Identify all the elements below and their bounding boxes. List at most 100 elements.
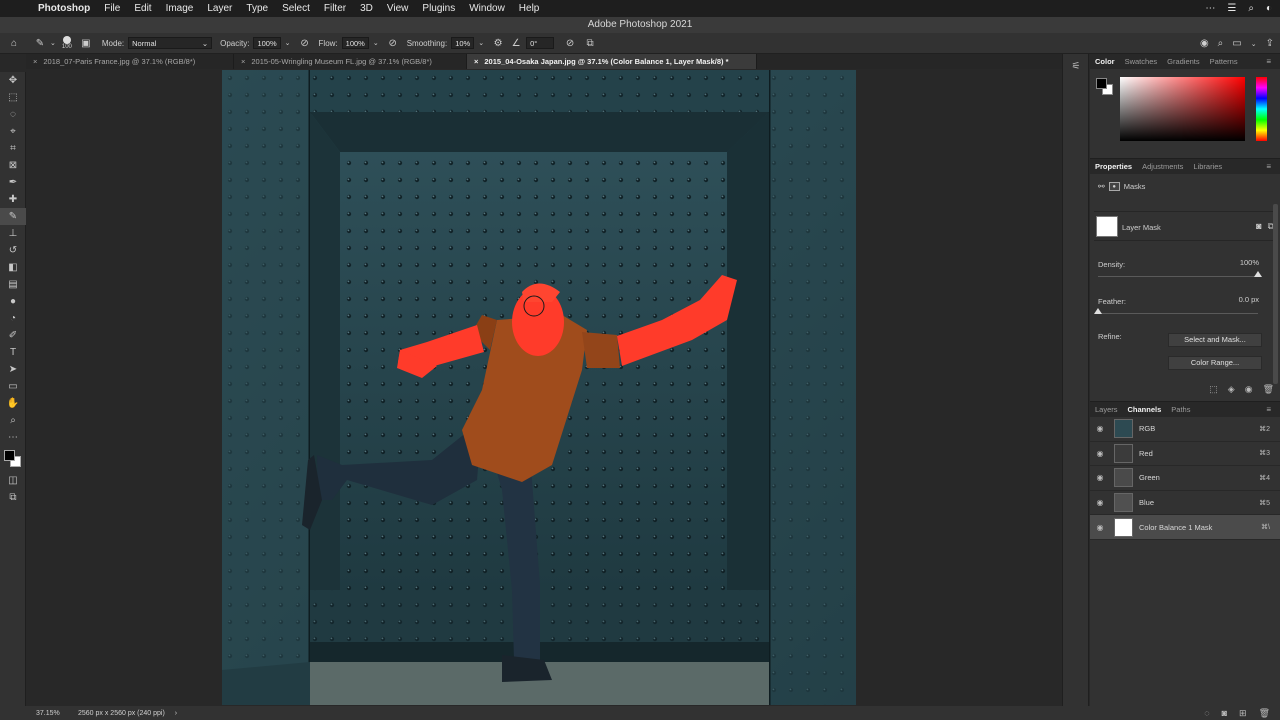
zoom-level[interactable]: 37.15% <box>36 710 76 717</box>
flow-field[interactable]: 100% <box>341 37 369 49</box>
menu-app-name[interactable]: Photoshop <box>38 3 90 14</box>
tab-gradients[interactable]: Gradients <box>1162 57 1205 66</box>
path-select-tool-icon[interactable]: ➤ <box>0 361 26 378</box>
share-icon[interactable]: ◉ <box>1200 38 1209 49</box>
channel-row-blue[interactable]: ◉ Blue ⌘5 <box>1090 491 1280 516</box>
symmetry-icon[interactable]: ⧉ <box>584 37 596 49</box>
tab-channels[interactable]: Channels <box>1123 405 1167 414</box>
close-icon[interactable]: × <box>33 57 37 66</box>
properties-scrollbar[interactable] <box>1273 204 1278 384</box>
search-icon[interactable]: ⌕ <box>1218 38 1224 49</box>
panel-menu-icon[interactable]: ≡ <box>1261 402 1276 417</box>
quick-select-tool-icon[interactable]: ⌖ <box>0 123 26 140</box>
pen-tool-icon[interactable]: ✐ <box>0 327 26 344</box>
menu-edit[interactable]: Edit <box>134 3 151 14</box>
eye-icon[interactable]: ◉ <box>1092 473 1108 482</box>
feather-field[interactable]: 0.0 px <box>1224 295 1262 306</box>
color-swatches[interactable] <box>0 446 26 472</box>
tab-paris[interactable]: × 2018_07-Paris France.jpg @ 37.1% (RGB/… <box>26 54 234 69</box>
menu-view[interactable]: View <box>387 3 409 14</box>
brush-tool-icon[interactable]: ✎ <box>34 37 46 49</box>
menu-help[interactable]: Help <box>519 3 540 14</box>
tab-osaka[interactable]: × 2015_04-Osaka Japan.jpg @ 37.1% (Color… <box>467 54 757 69</box>
pixel-mask-icon[interactable]: ◙ <box>1256 221 1261 232</box>
clone-stamp-tool-icon[interactable]: ⊥ <box>0 225 26 242</box>
tab-libraries[interactable]: Libraries <box>1188 162 1227 171</box>
airbrush-icon[interactable]: ⊘ <box>387 37 399 49</box>
gear-icon[interactable]: ⚙ <box>492 37 504 49</box>
channel-row-rgb[interactable]: ◉ RGB ⌘2 <box>1090 417 1280 442</box>
workspace-icon[interactable]: ▭ <box>1232 38 1241 49</box>
density-slider[interactable] <box>1098 271 1262 277</box>
chevron-down-icon[interactable]: ⌄ <box>373 39 379 47</box>
list-icon[interactable]: ☰ <box>1227 3 1236 14</box>
history-panel-icon[interactable]: ⚟ <box>1063 54 1089 78</box>
hue-slider[interactable] <box>1256 77 1267 141</box>
angle-field[interactable]: 0° <box>526 37 555 49</box>
layer-mask-row[interactable]: Layer Mask ◙ ⧉ <box>1094 211 1278 241</box>
frame-tool-icon[interactable]: ⊠ <box>0 157 26 174</box>
save-selection-icon[interactable]: ◙ <box>1222 708 1227 718</box>
more-tools-icon[interactable]: ⋯ <box>0 429 26 446</box>
menu-window[interactable]: Window <box>469 3 505 14</box>
share-export-icon[interactable]: ⇪ <box>1266 38 1274 49</box>
foreground-color-swatch[interactable] <box>1096 78 1107 89</box>
brush-preview-icon[interactable] <box>62 36 71 44</box>
select-and-mask-button[interactable]: Select and Mask... <box>1168 333 1262 347</box>
channel-row-color-balance-mask[interactable]: ◉ Color Balance 1 Mask ⌘\ <box>1090 515 1280 540</box>
chevron-down-icon[interactable]: ⌄ <box>478 39 484 47</box>
trash-icon[interactable]: 🗑 <box>1263 384 1274 395</box>
quick-mask-icon[interactable]: ◫ <box>0 472 26 489</box>
menu-type[interactable]: Type <box>246 3 268 14</box>
menu-layer[interactable]: Layer <box>207 3 232 14</box>
density-field[interactable]: 100% <box>1224 258 1262 269</box>
tab-patterns[interactable]: Patterns <box>1205 57 1243 66</box>
chevron-down-icon[interactable]: ⌄ <box>285 39 291 47</box>
chevron-down-icon[interactable]: ⌄ <box>1251 40 1257 48</box>
tab-paths[interactable]: Paths <box>1166 405 1195 414</box>
close-icon[interactable]: × <box>474 57 478 66</box>
brush-tool-icon[interactable]: ✎ <box>0 208 26 225</box>
apply-mask-icon[interactable]: ◈ <box>1228 384 1235 395</box>
color-range-button[interactable]: Color Range... <box>1168 356 1262 370</box>
pressure-size-icon[interactable]: ⊘ <box>564 37 576 49</box>
screen-mode-icon[interactable]: ⧉ <box>0 489 26 506</box>
opacity-field[interactable]: 100% <box>253 37 281 49</box>
rectangle-tool-icon[interactable]: ▭ <box>0 378 26 395</box>
foreground-color-swatch[interactable] <box>4 450 15 461</box>
lasso-tool-icon[interactable]: ◌ <box>0 106 26 123</box>
marquee-tool-icon[interactable]: ⬚ <box>0 89 26 106</box>
brush-settings-icon[interactable]: ▣ <box>80 37 92 49</box>
chevron-down-icon[interactable]: ⌄ <box>50 39 56 47</box>
pressure-opacity-icon[interactable]: ⊘ <box>299 37 311 49</box>
menu-select[interactable]: Select <box>282 3 310 14</box>
tab-swatches[interactable]: Swatches <box>1120 57 1163 66</box>
layer-mask-thumbnail[interactable] <box>1096 216 1118 237</box>
type-tool-icon[interactable]: T <box>0 344 26 361</box>
eye-icon[interactable]: ◉ <box>1092 498 1108 507</box>
mask-icon[interactable]: ● <box>1108 182 1120 191</box>
tab-layers[interactable]: Layers <box>1090 405 1123 414</box>
move-tool-icon[interactable]: ✥ <box>0 72 26 89</box>
channel-row-red[interactable]: ◉ Red ⌘3 <box>1090 442 1280 467</box>
close-icon[interactable]: × <box>241 57 245 66</box>
menu-image[interactable]: Image <box>166 3 194 14</box>
crop-tool-icon[interactable]: ⌗ <box>0 140 26 157</box>
eye-icon[interactable]: ◉ <box>1245 384 1253 395</box>
new-channel-icon[interactable]: ⊞ <box>1239 708 1247 719</box>
menu-filter[interactable]: Filter <box>324 3 346 14</box>
healing-brush-tool-icon[interactable]: ✚ <box>0 191 26 208</box>
panel-menu-icon[interactable]: ≡ <box>1261 159 1276 174</box>
chevron-right-icon[interactable]: › <box>175 710 177 717</box>
eye-icon[interactable]: ◉ <box>1092 424 1108 433</box>
eyedropper-tool-icon[interactable]: ✒ <box>0 174 26 191</box>
menu-plugins[interactable]: Plugins <box>422 3 455 14</box>
mode-select[interactable]: Normal ⌄ <box>128 37 213 49</box>
density-slider-thumb[interactable] <box>1254 271 1262 277</box>
tab-adjustments[interactable]: Adjustments <box>1137 162 1188 171</box>
panel-menu-icon[interactable]: ≡ <box>1261 54 1276 69</box>
trash-icon[interactable]: 🗑 <box>1259 708 1270 719</box>
tab-wringling[interactable]: × 2015-05-Wringling Museum FL.jpg @ 37.1… <box>234 54 467 69</box>
load-selection-icon[interactable]: ⬚ <box>1209 384 1218 395</box>
menu-file[interactable]: File <box>104 3 120 14</box>
